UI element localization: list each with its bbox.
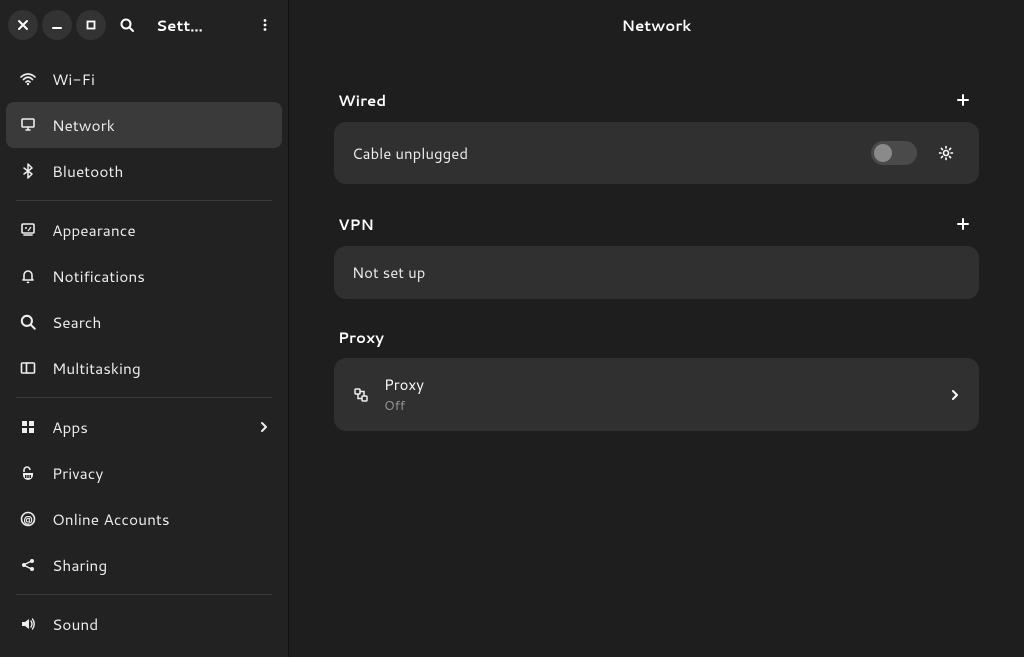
divider: [16, 200, 272, 201]
vpn-section: VPN Not set up: [334, 212, 979, 299]
sidebar-item-search[interactable]: Search: [6, 299, 282, 345]
notifications-icon: [18, 267, 38, 285]
wifi-icon: [18, 70, 38, 88]
proxy-label: Proxy: [384, 374, 935, 395]
network-icon: [18, 116, 38, 134]
wired-section: Wired Cable unplugged: [334, 88, 979, 184]
sound-icon: [18, 615, 38, 633]
wired-toggle[interactable]: [871, 141, 917, 165]
plus-icon: [956, 217, 970, 231]
search-button[interactable]: [112, 10, 142, 40]
sidebar-item-label: Search: [52, 311, 101, 333]
sharing-icon: [18, 556, 38, 574]
proxy-section: Proxy Proxy Off: [334, 327, 979, 431]
sidebar-item-label: Notifications: [52, 265, 145, 287]
sidebar-item-sharing[interactable]: Sharing: [6, 542, 282, 588]
svg-text:@: @: [23, 513, 32, 526]
vpn-row: Not set up: [334, 246, 979, 299]
vpn-status: Not set up: [352, 262, 961, 283]
close-button[interactable]: [8, 10, 38, 40]
main-panel: Network Wired Cable unplugged VPN: [289, 0, 1024, 657]
sidebar-item-appearance[interactable]: Appearance: [6, 207, 282, 253]
appearance-icon: [18, 221, 38, 239]
gear-icon: [937, 144, 955, 162]
multitasking-icon: [18, 359, 38, 377]
sidebar-nav: Wi-Fi Network Bluetooth Appearance Noti: [0, 50, 288, 653]
proxy-row[interactable]: Proxy Off: [334, 358, 979, 431]
search-icon: [119, 17, 135, 33]
sidebar-item-label: Multitasking: [52, 357, 141, 379]
sidebar-item-label: Privacy: [52, 462, 103, 484]
apps-icon: [18, 418, 38, 436]
proxy-heading: Proxy: [338, 327, 384, 348]
sidebar-item-label: Appearance: [52, 219, 136, 241]
proxy-icon: [352, 386, 370, 404]
sidebar-item-online-accounts[interactable]: @ Online Accounts: [6, 496, 282, 542]
vpn-heading: VPN: [338, 214, 374, 235]
sidebar-item-apps[interactable]: Apps: [6, 404, 282, 450]
privacy-icon: [18, 464, 38, 482]
sidebar-item-wifi[interactable]: Wi-Fi: [6, 56, 282, 102]
chevron-right-icon: [949, 389, 961, 401]
sidebar-item-network[interactable]: Network: [6, 102, 282, 148]
bluetooth-icon: [18, 162, 38, 180]
wired-settings-button[interactable]: [931, 138, 961, 168]
sidebar-item-multitasking[interactable]: Multitasking: [6, 345, 282, 391]
close-icon: [17, 19, 29, 31]
sidebar-item-label: Network: [52, 114, 115, 136]
app-title: Sett…: [156, 15, 203, 36]
titlebar: Sett…: [0, 0, 288, 50]
add-wired-button[interactable]: [951, 88, 975, 112]
divider: [16, 397, 272, 398]
search-icon: [18, 313, 38, 331]
content: Wired Cable unplugged VPN: [289, 50, 1024, 657]
sidebar-item-label: Apps: [52, 416, 88, 438]
wired-heading: Wired: [338, 90, 386, 111]
sidebar-item-sound[interactable]: Sound: [6, 601, 282, 647]
wired-row: Cable unplugged: [334, 122, 979, 184]
minimize-button[interactable]: [42, 10, 72, 40]
sidebar-item-privacy[interactable]: Privacy: [6, 450, 282, 496]
maximize-button[interactable]: [76, 10, 106, 40]
kebab-icon: [258, 18, 272, 32]
sidebar-item-label: Sharing: [52, 554, 107, 576]
divider: [16, 594, 272, 595]
chevron-right-icon: [258, 421, 270, 433]
sidebar-item-notifications[interactable]: Notifications: [6, 253, 282, 299]
add-vpn-button[interactable]: [951, 212, 975, 236]
proxy-status: Off: [384, 397, 935, 415]
sidebar-item-label: Sound: [52, 613, 98, 635]
page-title: Network: [289, 0, 1024, 50]
sidebar-item-label: Wi-Fi: [52, 68, 95, 90]
sidebar-item-label: Online Accounts: [52, 508, 170, 530]
sidebar-item-bluetooth[interactable]: Bluetooth: [6, 148, 282, 194]
wired-status: Cable unplugged: [352, 143, 857, 164]
maximize-icon: [85, 19, 97, 31]
menu-button[interactable]: [250, 10, 280, 40]
minimize-icon: [51, 19, 63, 31]
toggle-knob: [874, 144, 892, 162]
online-accounts-icon: @: [18, 510, 38, 528]
plus-icon: [956, 93, 970, 107]
sidebar-item-label: Bluetooth: [52, 160, 123, 182]
sidebar: Sett… Wi-Fi Network Bluetooth: [0, 0, 289, 657]
